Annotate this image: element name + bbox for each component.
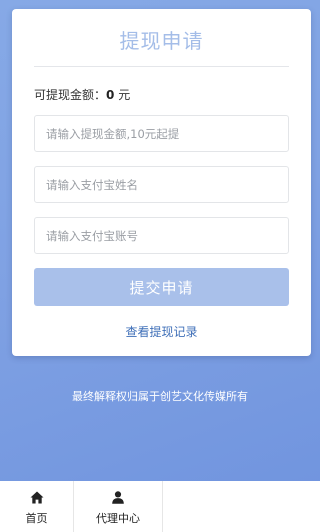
- withdraw-card: 提现申请 可提现金额：0 元 提交申请 查看提现记录: [12, 9, 311, 356]
- home-icon: [30, 491, 43, 504]
- alipay-account-input[interactable]: [34, 217, 289, 254]
- balance-line: 可提现金额：0 元: [34, 86, 130, 103]
- user-icon: [112, 491, 124, 504]
- tab-home-label: 首页: [25, 512, 48, 525]
- copyright-note: 最终解释权归属于创艺文化传媒所有: [72, 390, 248, 403]
- tab-home[interactable]: 首页: [0, 481, 74, 532]
- submit-button[interactable]: 提交申请: [34, 268, 289, 306]
- bottom-tabbar: 首页 代理中心: [0, 481, 320, 532]
- alipay-name-input[interactable]: [34, 166, 289, 203]
- view-records-link[interactable]: 查看提现记录: [12, 323, 311, 340]
- balance-label: 可提现金额：: [34, 88, 107, 102]
- title-divider: [34, 66, 289, 67]
- tab-agent-center-label: 代理中心: [96, 512, 140, 525]
- balance-unit: 元: [114, 88, 131, 102]
- withdraw-amount-input[interactable]: [34, 115, 289, 152]
- tab-agent-center[interactable]: 代理中心: [74, 481, 163, 532]
- card-title: 提现申请: [119, 29, 204, 53]
